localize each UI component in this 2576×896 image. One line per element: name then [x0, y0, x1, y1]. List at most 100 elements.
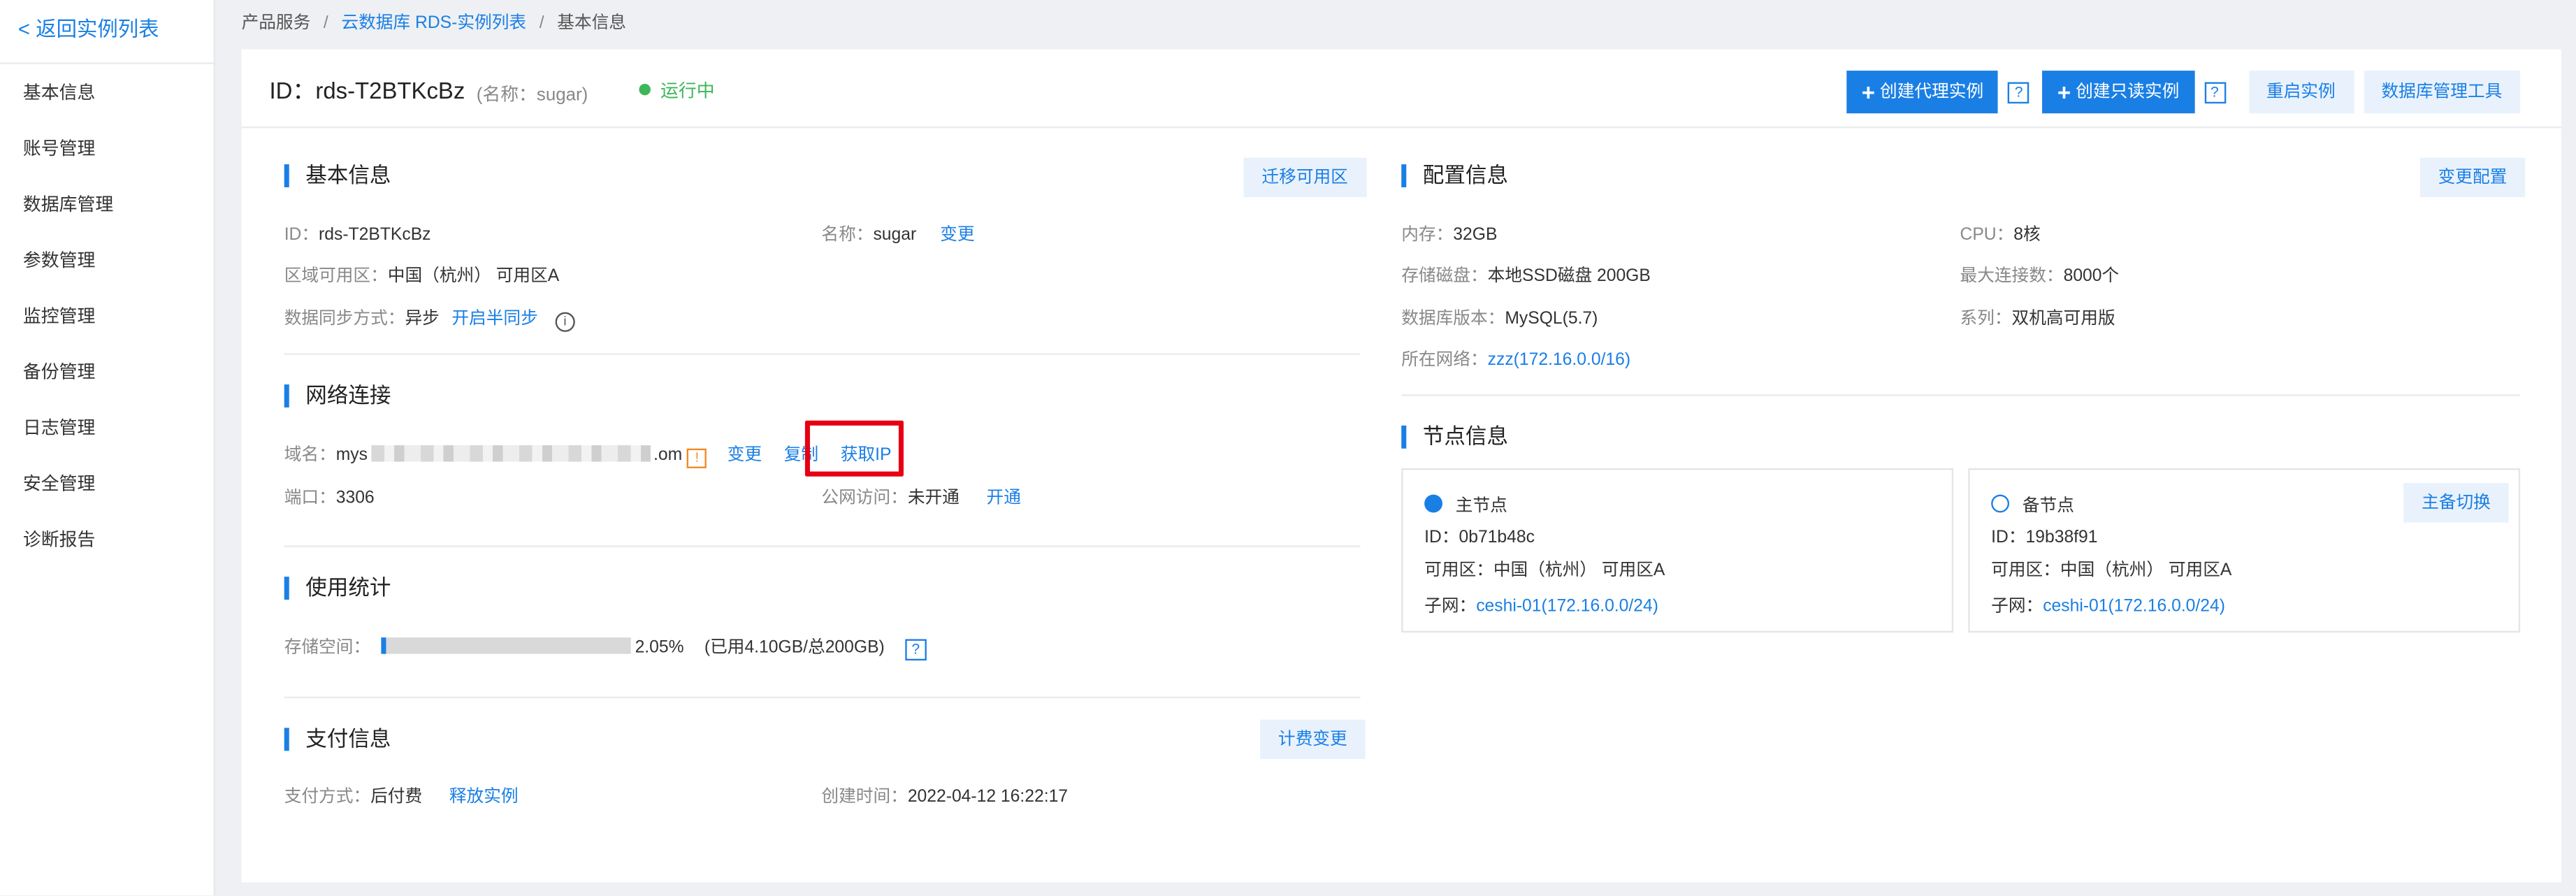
sidebar-item-security[interactable]: 安全管理 [0, 457, 214, 513]
readonly-help-icon[interactable]: ? [2204, 81, 2226, 103]
db-version-value: MySQL(5.7) [1505, 308, 1598, 329]
sidebar-item-databases[interactable]: 数据库管理 [0, 178, 214, 233]
created-row: 创建时间：2022-04-12 16:22:17 [821, 781, 1068, 810]
created-label: 创建时间： [821, 787, 908, 807]
usage-title: 使用统计 [284, 576, 391, 600]
plus-icon: + [1861, 78, 1875, 106]
cpu-row: CPU：8核 [1960, 219, 2041, 248]
cpu-value: 8核 [2013, 225, 2041, 245]
db-version-label: 数据库版本： [1401, 308, 1505, 329]
semi-sync-link[interactable]: 开启半同步 [451, 309, 537, 328]
sync-row: 数据同步方式：异步 开启半同步 i [284, 303, 575, 332]
created-value: 2022-04-12 16:22:17 [907, 787, 1069, 807]
standby-node-card: 备节点 主备切换 ID：19b38f91 可用区：中国（杭州） 可用区A 子网：… [1968, 468, 2521, 633]
series-label: 系列： [1960, 308, 2012, 329]
divider [1401, 394, 2521, 396]
plus-icon: + [2057, 78, 2071, 106]
name-value: sugar [873, 225, 917, 245]
id-row: ID：rds-T2BTKcBz [284, 219, 431, 248]
disk-row: 存储磁盘：本地SSD磁盘 200GB [1401, 259, 1651, 289]
db-tool-button[interactable]: 数据库管理工具 [2363, 71, 2521, 114]
switchover-button[interactable]: 主备切换 [2403, 483, 2509, 523]
id-value: rds-T2BTKcBz [319, 225, 431, 245]
max-connections-value: 8000个 [2063, 266, 2120, 287]
standby-node-id: ID：19b38f91 [1991, 527, 2098, 547]
billing-change-button[interactable]: 计费变更 [1260, 719, 1366, 760]
domain-prefix: mys [335, 445, 368, 465]
create-readonly-button[interactable]: + 创建只读实例 [2042, 71, 2194, 114]
storage-percent: 2.05% [635, 637, 684, 658]
standby-node-zone: 可用区：中国（杭州） 可用区A [1991, 560, 2232, 580]
db-version-row: 数据库版本：MySQL(5.7) [1401, 303, 1598, 332]
sidebar-item-logs[interactable]: 日志管理 [0, 401, 214, 457]
storage-detail: (已用4.10GB/总200GB) [704, 637, 885, 658]
standby-subnet-link[interactable]: ceshi-01(172.16.0.0/24) [2043, 596, 2225, 616]
migrate-zone-button[interactable]: 迁移可用区 [1243, 157, 1366, 198]
domain-suffix: .om [653, 445, 683, 465]
status-badge: 运行中 [639, 77, 715, 103]
standby-node-radio-icon[interactable] [1991, 494, 2010, 513]
name-change-link[interactable]: 变更 [940, 225, 974, 245]
domain-masked [370, 445, 651, 462]
basic-info-title: 基本信息 [284, 164, 391, 187]
series-row: 系列：双机高可用版 [1960, 303, 2115, 332]
public-access-label: 公网访问： [821, 488, 908, 508]
name-label: 名称： [821, 225, 874, 245]
payment-label: 支付方式： [284, 787, 371, 807]
create-readonly-label: 创建只读实例 [2076, 82, 2180, 102]
sidebar-item-monitoring[interactable]: 监控管理 [0, 289, 214, 345]
breadcrumb-separator: / [539, 13, 544, 34]
change-config-button[interactable]: 变更配置 [2419, 157, 2526, 198]
memory-row: 内存：32GB [1401, 219, 1497, 248]
create-proxy-label: 创建代理实例 [1880, 82, 1984, 102]
back-to-list-link[interactable]: < 返回实例列表 [0, 0, 214, 64]
primary-node-radio-icon[interactable] [1424, 494, 1443, 513]
restart-button[interactable]: 重启实例 [2248, 71, 2354, 114]
domain-change-link[interactable]: 变更 [728, 445, 762, 465]
warning-icon[interactable]: ! [687, 448, 707, 468]
sync-value: 异步 [405, 308, 440, 329]
port-row: 端口：3306 [284, 482, 375, 511]
public-access-value: 未开通 [907, 488, 960, 508]
public-access-row: 公网访问：未开通 开通 [821, 482, 1021, 511]
release-instance-link[interactable]: 释放实例 [449, 787, 519, 807]
network-value-link[interactable]: zzz(172.16.0.0/16) [1488, 350, 1630, 370]
sidebar: < 返回实例列表 基本信息 账号管理 数据库管理 参数管理 监控管理 备份管理 … [0, 0, 215, 896]
standby-node-header: 备节点 [1991, 490, 2074, 519]
highlight-box [804, 420, 904, 477]
memory-value: 32GB [1453, 225, 1498, 245]
sidebar-item-diagnosis[interactable]: 诊断报告 [0, 512, 214, 568]
info-icon[interactable]: i [555, 312, 575, 332]
proxy-help-icon[interactable]: ? [2008, 81, 2029, 103]
primary-subnet-link[interactable]: ceshi-01(172.16.0.0/24) [1476, 596, 1658, 616]
standby-node-subnet-row: 子网：ceshi-01(172.16.0.0/24) [1991, 590, 2225, 619]
network-label: 所在网络： [1401, 349, 1488, 370]
zone-value: 中国（杭州） 可用区A [387, 266, 560, 287]
sidebar-item-basic-info[interactable]: 基本信息 [0, 66, 214, 122]
primary-subnet-label: 子网： [1424, 596, 1477, 616]
storage-help-icon[interactable]: ? [905, 639, 927, 661]
payment-value: 后付费 [370, 787, 423, 807]
network-title: 网络连接 [284, 384, 391, 407]
storage-label: 存储空间： [284, 637, 371, 658]
payment-row: 支付方式：后付费 释放实例 [284, 781, 519, 810]
sidebar-item-parameters[interactable]: 参数管理 [0, 233, 214, 289]
standby-subnet-label: 子网： [1991, 596, 2043, 616]
instance-detail-card: ID：rds-T2BTKcBz (名称：sugar) 运行中 + 创建代理实例 ?… [241, 49, 2561, 883]
standby-node-name: 备节点 [2022, 496, 2074, 516]
primary-node-card: 主节点 ID：0b71b48c 可用区：中国（杭州） 可用区A 子网：ceshi… [1401, 468, 1954, 633]
domain-row: 域名：mys .om! 变更 复制 获取IP [284, 439, 891, 468]
billing-title: 支付信息 [284, 727, 391, 751]
sidebar-item-accounts[interactable]: 账号管理 [0, 122, 214, 178]
divider [284, 545, 1361, 547]
enable-public-link[interactable]: 开通 [987, 488, 1021, 507]
disk-value: 本地SSD磁盘 200GB [1487, 266, 1651, 287]
storage-progress-bar [380, 637, 630, 654]
primary-node-id: ID：0b71b48c [1424, 527, 1535, 547]
zone-label: 区域可用区： [284, 266, 388, 287]
breadcrumb-products: 产品服务 [241, 13, 311, 34]
status-dot-icon [639, 83, 651, 96]
create-proxy-button[interactable]: + 创建代理实例 [1846, 71, 1999, 114]
sidebar-item-backup[interactable]: 备份管理 [0, 345, 214, 401]
breadcrumb-instance-list[interactable]: 云数据库 RDS-实例列表 [341, 13, 526, 33]
